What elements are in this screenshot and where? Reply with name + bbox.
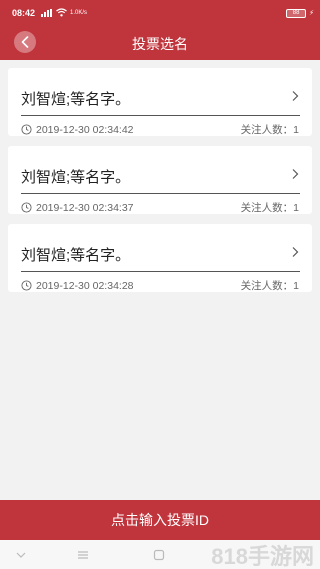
charging-icon: ⚡ — [309, 10, 314, 17]
divider — [21, 193, 300, 194]
clock-icon — [21, 280, 32, 291]
followers-count: 关注人数：1 — [241, 278, 299, 293]
clock-icon — [21, 124, 32, 135]
network-speed: 1.0K/s — [70, 10, 88, 16]
status-time: 08:42 — [12, 8, 36, 18]
wifi-icon — [56, 7, 67, 19]
watermark-logo: 818手游网 — [211, 543, 314, 569]
app-root: 08:42 1.0K/s 88 ⚡ 投票选名 刘智煊;等名字。 2019-12-… — [0, 0, 320, 569]
vote-title: 刘智煊;等名字。 — [21, 169, 131, 186]
vote-timestamp: 2019-12-30 02:34:37 — [36, 201, 134, 214]
nav-menu-icon[interactable] — [76, 548, 90, 562]
vote-card[interactable]: 刘智煊;等名字。 2019-12-30 02:34:42 关注人数：1 — [8, 68, 312, 136]
status-bar: 08:42 1.0K/s 88 ⚡ — [0, 0, 320, 26]
followers-label: 关注人数： — [240, 280, 294, 292]
page-title: 投票选名 — [132, 36, 188, 52]
enter-vote-id-button[interactable]: 点击输入投票ID — [0, 500, 320, 540]
followers-value: 1 — [293, 280, 299, 292]
followers-label: 关注人数： — [240, 202, 294, 214]
vote-timestamp: 2019-12-30 02:34:42 — [36, 123, 134, 136]
battery-level: 88 — [292, 10, 300, 16]
followers-count: 关注人数：1 — [241, 200, 299, 215]
followers-value: 1 — [293, 202, 299, 214]
followers-value: 1 — [293, 124, 299, 136]
nav-home-icon[interactable] — [152, 548, 166, 562]
signal-icon — [41, 9, 53, 17]
clock-icon — [21, 202, 32, 213]
vote-meta: 2019-12-30 02:34:42 关注人数：1 — [21, 122, 299, 137]
vote-title: 刘智煊;等名字。 — [21, 247, 131, 264]
followers-label: 关注人数： — [240, 124, 294, 136]
vote-timestamp: 2019-12-30 02:34:28 — [36, 279, 134, 292]
chevron-right-icon — [292, 247, 299, 257]
divider — [21, 115, 300, 116]
vote-meta: 2019-12-30 02:34:37 关注人数：1 — [21, 200, 299, 215]
battery-icon: 88 — [286, 8, 307, 18]
vote-card[interactable]: 刘智煊;等名字。 2019-12-30 02:34:28 关注人数：1 — [8, 224, 312, 292]
chevron-right-icon — [292, 169, 299, 179]
chevron-right-icon — [292, 91, 299, 101]
vote-meta: 2019-12-30 02:34:28 关注人数：1 — [21, 278, 299, 293]
nav-bar: 投票选名 — [0, 26, 320, 60]
vote-card[interactable]: 刘智煊;等名字。 2019-12-30 02:34:37 关注人数：1 — [8, 146, 312, 214]
nav-down-icon[interactable] — [14, 548, 28, 562]
vote-title: 刘智煊;等名字。 — [21, 91, 131, 108]
divider — [21, 271, 300, 272]
followers-count: 关注人数：1 — [241, 122, 299, 137]
